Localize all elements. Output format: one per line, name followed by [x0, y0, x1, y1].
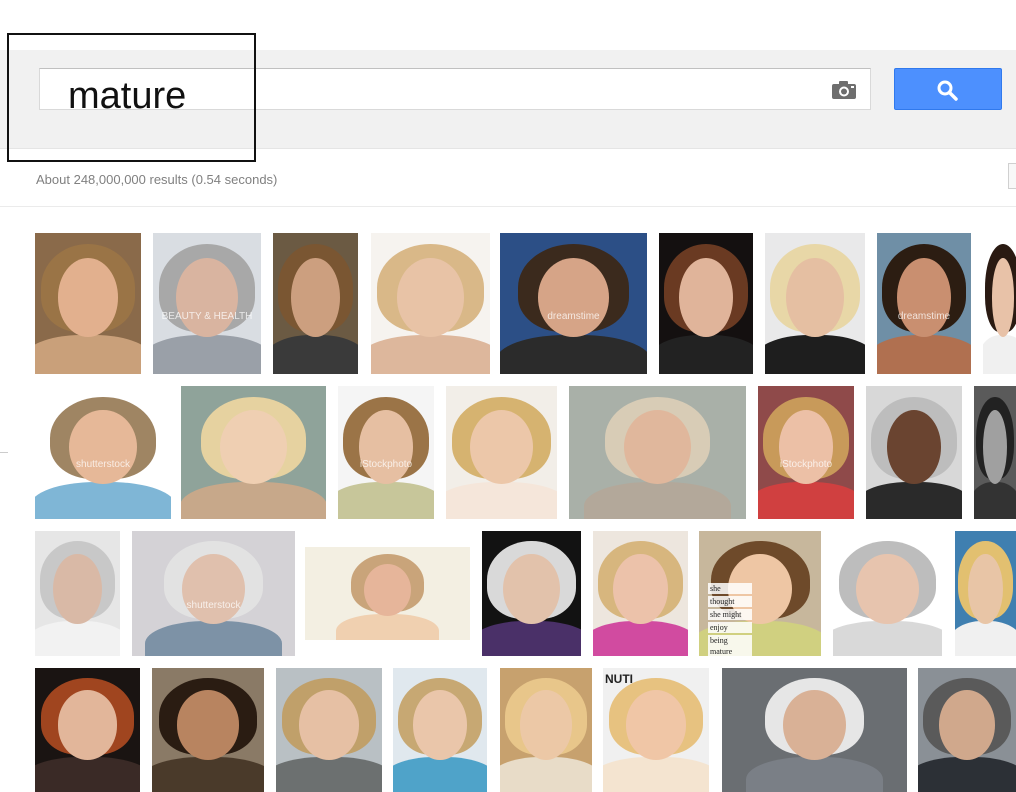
caption-line: enjoy [708, 622, 752, 633]
divider [0, 206, 1016, 207]
watermark-text: shutterstock [186, 599, 241, 611]
search-input[interactable]: mature [39, 68, 871, 117]
image-result-thumbnail[interactable]: iStockphoto [758, 386, 854, 519]
watermark-text: iStockphoto [359, 459, 413, 471]
image-result-thumbnail[interactable]: dreamstime [500, 233, 647, 374]
caption-line: thought [708, 596, 752, 607]
image-result-thumbnail[interactable] [35, 531, 120, 656]
image-result-thumbnail[interactable] [152, 668, 264, 792]
image-result-thumbnail[interactable] [722, 668, 907, 792]
magnifier-icon [937, 80, 958, 101]
image-result-thumbnail[interactable] [918, 668, 1016, 792]
watermark-text: BEAUTY & HEALTH [161, 310, 253, 322]
image-result-thumbnail[interactable] [659, 233, 753, 374]
image-result-thumbnail[interactable]: iStockphoto [338, 386, 434, 519]
image-result-thumbnail[interactable] [983, 233, 1016, 374]
image-result-thumbnail[interactable] [765, 233, 865, 374]
search-query-text[interactable]: mature [68, 74, 186, 118]
image-result-thumbnail[interactable] [833, 531, 942, 656]
image-result-thumbnail[interactable] [500, 668, 592, 792]
image-result-thumbnail[interactable] [569, 386, 746, 519]
image-result-thumbnail[interactable] [371, 233, 490, 374]
image-result-thumbnail[interactable] [955, 531, 1016, 656]
image-result-thumbnail[interactable] [273, 233, 358, 374]
image-result-thumbnail[interactable] [482, 531, 581, 656]
watermark-text: dreamstime [897, 310, 951, 322]
image-result-thumbnail[interactable]: shutterstock [132, 531, 295, 656]
side-divider [0, 452, 8, 453]
image-result-thumbnail[interactable] [35, 668, 140, 792]
image-result-thumbnail[interactable] [35, 233, 141, 374]
image-result-thumbnail[interactable] [305, 547, 470, 640]
search-button[interactable] [894, 68, 1002, 110]
camera-icon[interactable] [830, 80, 858, 100]
caption-line: she [708, 583, 752, 594]
image-result-thumbnail[interactable] [974, 386, 1016, 519]
image-result-thumbnail[interactable] [593, 531, 688, 656]
watermark-text: iStockphoto [779, 459, 833, 471]
image-result-thumbnail[interactable] [446, 386, 557, 519]
image-caption: she thought she might enjoy being mature [705, 581, 755, 656]
settings-button[interactable] [1008, 163, 1016, 189]
image-result-thumbnail[interactable] [181, 386, 326, 519]
result-stats: About 248,000,000 results (0.54 seconds) [36, 172, 278, 187]
image-result-thumbnail[interactable]: she thought she might enjoy being mature [699, 531, 821, 656]
image-result-thumbnail[interactable]: NUTI [603, 668, 709, 792]
image-result-thumbnail[interactable] [866, 386, 962, 519]
image-result-thumbnail[interactable]: BEAUTY & HEALTH [153, 233, 261, 374]
image-caption: NUTI [605, 672, 633, 686]
watermark-text: shutterstock [76, 459, 130, 471]
caption-line: she might [708, 609, 752, 620]
watermark-text: dreamstime [547, 310, 600, 322]
image-result-thumbnail[interactable] [393, 668, 487, 792]
image-result-thumbnail[interactable] [276, 668, 382, 792]
image-result-thumbnail[interactable]: dreamstime [877, 233, 971, 374]
image-result-thumbnail[interactable]: shutterstock [35, 386, 171, 519]
caption-line: being mature [708, 635, 752, 656]
